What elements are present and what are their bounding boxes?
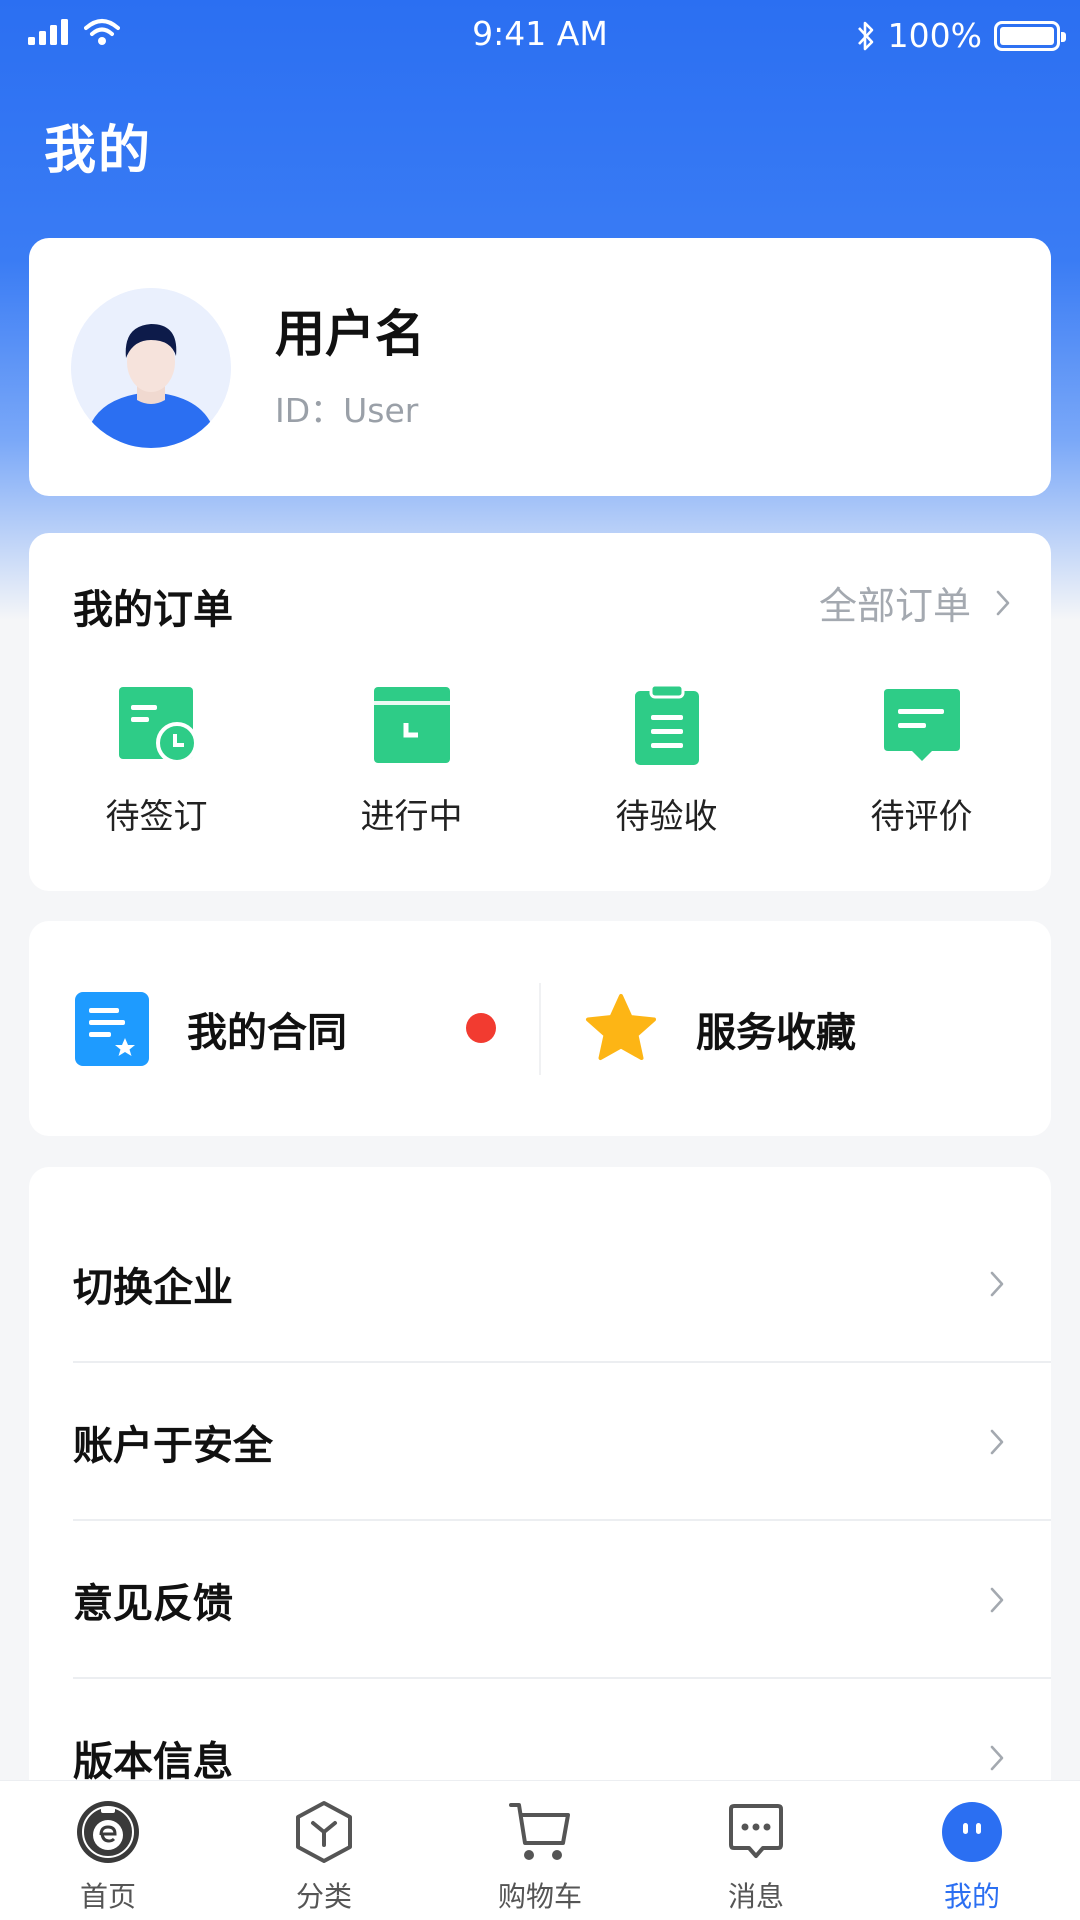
feedback-row[interactable]: 意见反馈 xyxy=(29,1521,1051,1679)
order-label: 待验收 xyxy=(615,797,718,837)
order-item-in-progress[interactable]: 进行中 xyxy=(284,683,539,838)
all-orders-label: 全部订单 xyxy=(818,584,971,628)
setting-label: 账户于安全 xyxy=(73,1423,273,1469)
order-item-pending-review[interactable]: 待评价 xyxy=(794,683,1049,838)
chevron-right-icon xyxy=(990,1271,1004,1297)
in-progress-icon xyxy=(373,687,450,763)
message-icon xyxy=(729,1804,783,1858)
setting-label: 意见反馈 xyxy=(73,1581,233,1627)
profile-icon xyxy=(942,1802,1002,1862)
avatar[interactable] xyxy=(71,288,231,448)
divider xyxy=(539,983,541,1075)
category-icon xyxy=(296,1801,352,1863)
profile-card[interactable]: 用户名 ID：User xyxy=(29,238,1051,496)
chevron-right-icon xyxy=(990,1587,1004,1613)
pending-review-icon xyxy=(883,689,960,761)
star-icon xyxy=(586,993,656,1060)
all-orders-link[interactable]: 全部订单 xyxy=(819,575,1011,630)
order-label: 待评价 xyxy=(870,797,973,837)
favorites-label: 服务收藏 xyxy=(696,1009,856,1056)
contract-icon xyxy=(75,991,149,1066)
tab-label: 消息 xyxy=(727,1880,784,1913)
chevron-right-icon xyxy=(990,1429,1004,1455)
shortcuts-card: 我的合同 服务收藏 xyxy=(29,921,1051,1136)
cart-icon xyxy=(509,1803,570,1860)
order-label: 待签订 xyxy=(105,797,208,837)
order-label: 进行中 xyxy=(360,797,463,837)
tab-home[interactable]: 首页 xyxy=(0,1781,216,1920)
settings-list: 切换企业 账户于安全 意见反馈 版本信息 xyxy=(29,1167,1051,1787)
bottom-tab-bar: 首页 分类 购物车 消息 我的 xyxy=(0,1780,1080,1920)
my-contracts-button[interactable]: 我的合同 xyxy=(73,921,513,1136)
orders-card: 我的订单 全部订单 待签订 进行中 待验收 待评价 xyxy=(29,533,1051,891)
switch-company-row[interactable]: 切换企业 xyxy=(29,1205,1051,1363)
setting-label: 切换企业 xyxy=(73,1265,233,1311)
order-item-pending-sign[interactable]: 待签订 xyxy=(29,683,284,838)
chevron-right-icon xyxy=(990,1745,1004,1771)
tab-category[interactable]: 分类 xyxy=(216,1781,432,1920)
service-favorites-button[interactable]: 服务收藏 xyxy=(582,921,1022,1136)
battery-icon xyxy=(994,20,1066,51)
orders-title: 我的订单 xyxy=(73,587,233,633)
home-logo-icon xyxy=(77,1801,139,1863)
contract-label: 我的合同 xyxy=(187,1009,347,1056)
account-security-row[interactable]: 账户于安全 xyxy=(29,1363,1051,1521)
page-title: 我的 xyxy=(44,121,153,181)
battery-percent: 100% xyxy=(887,16,982,55)
notification-dot xyxy=(466,1013,496,1043)
pending-sign-icon xyxy=(118,687,198,764)
bluetooth-icon xyxy=(857,21,873,50)
pending-acceptance-icon xyxy=(634,683,699,765)
setting-label: 版本信息 xyxy=(73,1739,233,1785)
order-item-pending-acceptance[interactable]: 待验收 xyxy=(539,683,794,838)
username: 用户名 xyxy=(275,305,425,363)
tab-label: 我的 xyxy=(943,1880,1000,1913)
user-id: ID：User xyxy=(275,391,419,430)
tab-profile[interactable]: 我的 xyxy=(864,1781,1080,1920)
tab-label: 首页 xyxy=(79,1880,136,1913)
user-avatar-icon xyxy=(71,288,231,448)
tab-label: 分类 xyxy=(295,1880,352,1913)
tab-cart[interactable]: 购物车 xyxy=(432,1781,648,1920)
tab-messages[interactable]: 消息 xyxy=(648,1781,864,1920)
status-bar: 9:41 AM 100% xyxy=(0,0,1080,70)
tab-label: 购物车 xyxy=(497,1880,582,1913)
chevron-right-icon xyxy=(996,590,1010,615)
